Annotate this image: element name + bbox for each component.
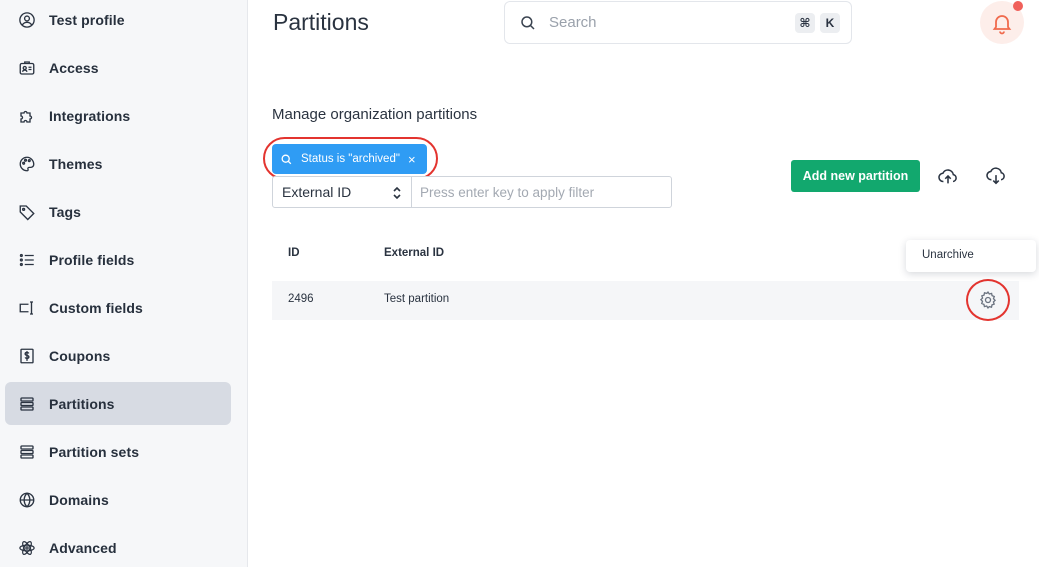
palette-icon (18, 155, 36, 173)
sidebar-item-tags[interactable]: Tags (5, 190, 231, 233)
app-root: Test profile Access Integrations Themes … (0, 0, 1039, 567)
sidebar-item-label: Profile fields (49, 251, 135, 268)
puzzle-icon (18, 107, 36, 125)
filter-value-input[interactable] (411, 176, 672, 208)
gear-icon[interactable] (978, 290, 998, 310)
sidebar-item-label: Themes (49, 155, 103, 172)
list-icon (18, 251, 36, 269)
column-header-external-id[interactable]: External ID (384, 247, 444, 259)
sidebar-item-label: Partition sets (49, 443, 140, 460)
sidebar-item-partitions[interactable]: Partitions (5, 382, 231, 425)
add-partition-button[interactable]: Add new partition (791, 160, 920, 192)
sidebar-item-coupons[interactable]: Coupons (5, 334, 231, 377)
page-title: Partitions (273, 9, 369, 35)
sidebar-item-label: Coupons (49, 347, 111, 364)
select-arrows-icon (393, 186, 401, 200)
globe-icon (18, 491, 36, 509)
cloud-download-icon (986, 167, 1005, 185)
sidebar-item-advanced[interactable]: Advanced (5, 526, 231, 567)
cell-external-id: Test partition (384, 293, 450, 305)
menu-item-unarchive[interactable]: Unarchive (906, 240, 1036, 272)
cell-id: 2496 (288, 293, 314, 305)
page-subtitle: Manage organization partitions (272, 106, 478, 123)
sidebar-item-custom-fields[interactable]: Custom fields (5, 286, 231, 329)
sidebar-item-label: Integrations (49, 107, 131, 124)
shortcut-k-key: K (820, 13, 840, 33)
id-card-icon (18, 59, 36, 77)
filter-field-value: External ID (282, 184, 352, 200)
dollar-icon (18, 347, 36, 365)
sidebar-item-themes[interactable]: Themes (5, 142, 231, 185)
sidebar-item-label: Advanced (49, 539, 117, 556)
atom-icon (18, 539, 36, 557)
filter-chip-status[interactable]: Status is "archived" × (272, 144, 427, 174)
sidebar-item-access[interactable]: Access (5, 46, 231, 89)
upload-button[interactable] (936, 164, 960, 188)
sidebar-item-partition-sets[interactable]: Partition sets (5, 430, 231, 473)
sidebar-item-domains[interactable]: Domains (5, 478, 231, 521)
shortcut-cmd-key: ⌘ (795, 13, 815, 33)
search-icon (280, 153, 293, 166)
stack-icon (18, 395, 36, 413)
tag-icon (18, 203, 36, 221)
sidebar-item-label: Domains (49, 491, 109, 508)
text-cursor-icon (18, 299, 36, 317)
notification-dot (1013, 1, 1023, 11)
close-icon[interactable]: × (408, 153, 416, 166)
sidebar-item-test-profile[interactable]: Test profile (5, 0, 231, 41)
user-circle-icon (18, 11, 36, 29)
sidebar-item-profile-fields[interactable]: Profile fields (5, 238, 231, 281)
sidebar-item-label: Tags (49, 203, 82, 220)
global-search[interactable]: ⌘ K (504, 1, 852, 44)
cloud-upload-icon (938, 169, 957, 184)
row-actions-menu: Unarchive (906, 240, 1036, 272)
sidebar: Test profile Access Integrations Themes … (0, 0, 248, 567)
column-header-id[interactable]: ID (288, 247, 300, 259)
bell-icon (992, 14, 1012, 34)
stack-icon (18, 443, 36, 461)
sidebar-item-integrations[interactable]: Integrations (5, 94, 231, 137)
sidebar-item-label: Test profile (49, 11, 125, 28)
filter-field-select[interactable]: External ID (272, 176, 412, 208)
search-icon (519, 14, 537, 32)
sidebar-item-label: Partitions (49, 395, 115, 412)
search-input[interactable] (549, 14, 779, 31)
filter-chip-label: Status is "archived" (301, 153, 400, 165)
sidebar-item-label: Custom fields (49, 299, 143, 316)
sidebar-item-label: Access (49, 59, 99, 76)
download-button[interactable] (984, 164, 1008, 188)
